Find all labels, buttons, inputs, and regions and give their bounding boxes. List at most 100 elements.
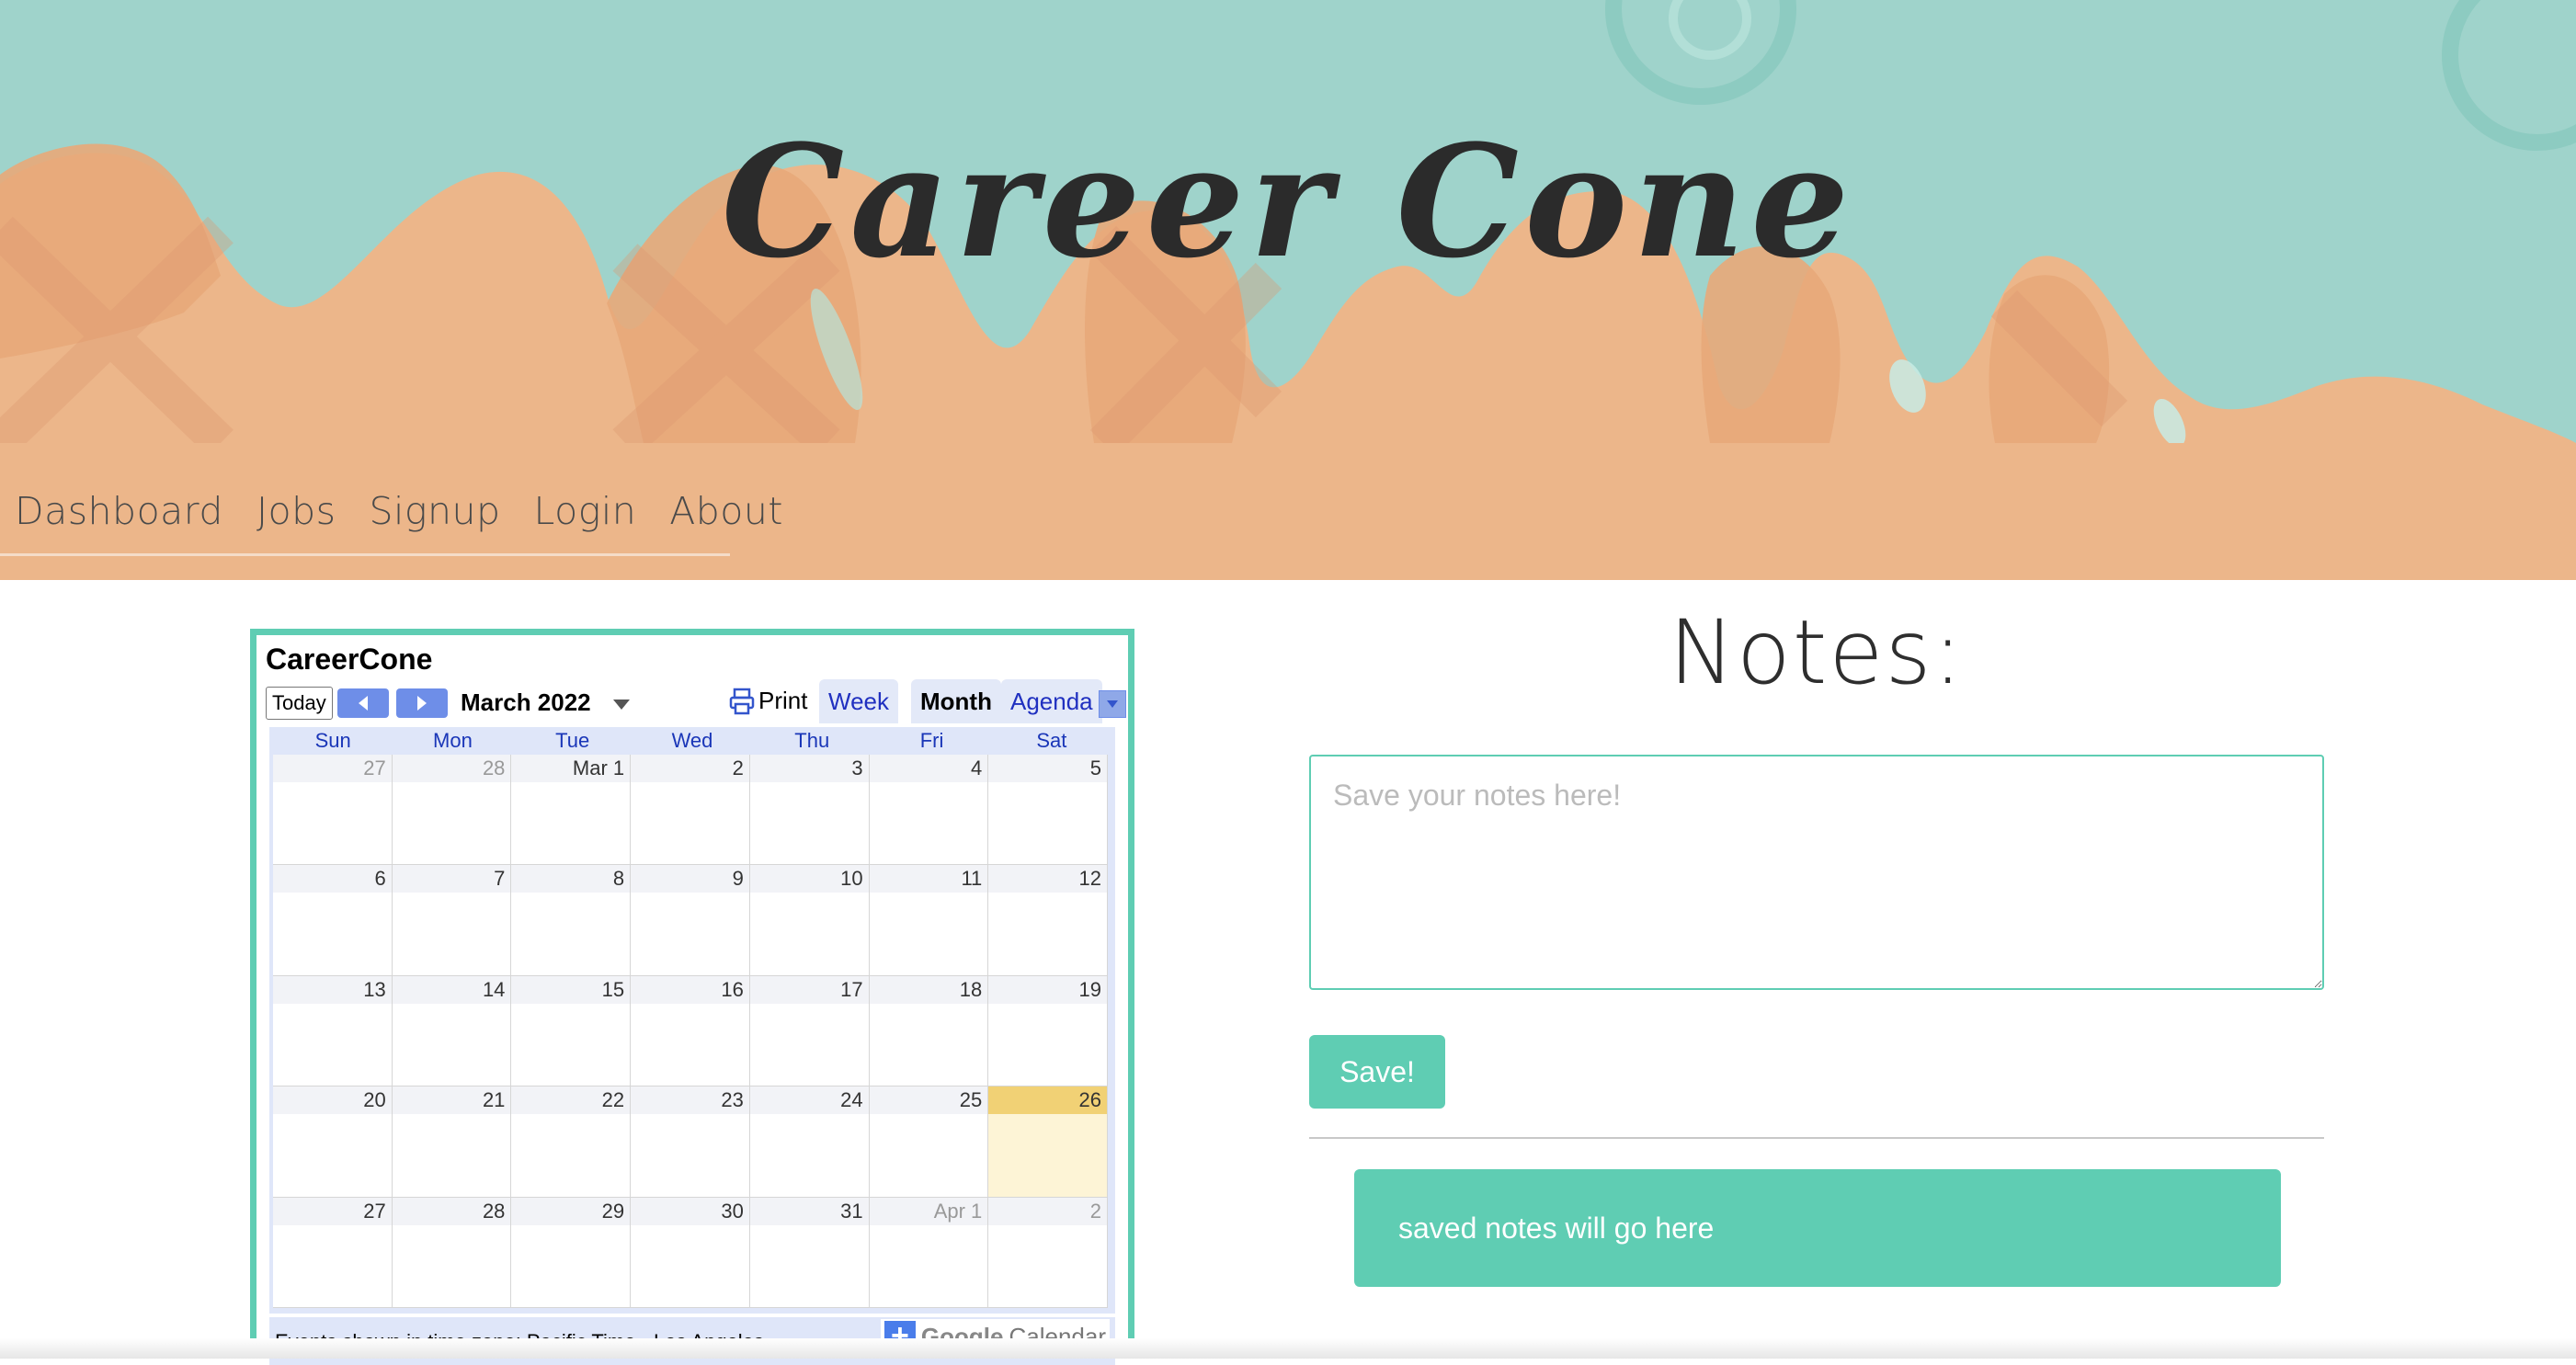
day-number: 23 <box>631 1086 749 1115</box>
day-cell[interactable]: 12 <box>988 865 1108 976</box>
notes-textarea[interactable] <box>1309 755 2324 990</box>
day-cell[interactable]: 24 <box>749 1086 870 1198</box>
nav-link-login[interactable]: Login <box>534 489 637 533</box>
day-cell[interactable]: 2 <box>988 1197 1108 1308</box>
day-cell[interactable]: 7 <box>392 865 512 976</box>
calendar-toolbar: Today March 2022 Print Week Month Agenda <box>266 679 1126 725</box>
nav-link-about[interactable]: About <box>669 489 783 533</box>
view-menu-button[interactable] <box>1099 690 1126 718</box>
day-cell[interactable]: 6 <box>273 865 393 976</box>
tab-week[interactable]: Week <box>819 679 898 723</box>
weekday-label: Mon <box>433 729 473 752</box>
day-number: 10 <box>749 865 869 893</box>
day-number: Mar 1 <box>511 755 631 782</box>
day-number: 5 <box>988 755 1107 782</box>
day-number: 4 <box>869 755 988 782</box>
tab-agenda[interactable]: Agenda <box>1001 679 1102 723</box>
day-number: 9 <box>631 865 749 893</box>
day-number: 14 <box>392 975 511 1004</box>
day-number: 7 <box>392 865 511 893</box>
day-number: 2 <box>631 755 749 782</box>
day-cell[interactable]: 11 <box>869 865 989 976</box>
header-banner: Career Cone <box>0 0 2576 443</box>
day-number: 6 <box>273 865 392 893</box>
day-cell[interactable]: 22 <box>511 1086 632 1198</box>
day-cell[interactable]: 18 <box>869 975 989 1087</box>
notes-heading: Notes: <box>1669 601 1965 704</box>
day-number: 28 <box>392 755 511 782</box>
tab-month[interactable]: Month <box>911 679 1001 723</box>
chevron-down-icon <box>1107 700 1118 708</box>
day-number: 19 <box>988 975 1107 1004</box>
prev-month-button[interactable] <box>337 688 389 718</box>
navbar: Dashboard Jobs Signup Login About <box>0 443 2576 580</box>
calendar-title: CareerCone <box>266 643 433 676</box>
day-cell[interactable]: 28 <box>392 1197 512 1308</box>
nav-link-jobs[interactable]: Jobs <box>256 489 336 533</box>
divider <box>1309 1137 2324 1139</box>
day-cell-today[interactable]: 26 <box>988 1086 1108 1198</box>
arrow-right-icon <box>417 696 427 711</box>
day-number: 21 <box>392 1086 511 1115</box>
weekday-label: Fri <box>919 729 944 752</box>
day-cell[interactable]: 19 <box>988 975 1108 1087</box>
day-number: 26 <box>988 1086 1107 1115</box>
day-cell[interactable]: 15 <box>511 975 632 1087</box>
day-number: 27 <box>273 1197 392 1225</box>
day-cell[interactable]: Mar 1 <box>511 755 632 866</box>
month-dropdown-icon[interactable] <box>613 700 630 710</box>
day-number: 29 <box>511 1197 631 1225</box>
day-cell[interactable]: 23 <box>631 1086 750 1198</box>
day-number: 15 <box>511 975 631 1004</box>
nav-link-dashboard[interactable]: Dashboard <box>15 489 223 533</box>
day-cell[interactable]: 4 <box>869 755 989 866</box>
day-cell[interactable]: 2 <box>631 755 750 866</box>
day-cell[interactable]: 14 <box>392 975 512 1087</box>
day-cell[interactable]: 28 <box>392 755 512 866</box>
print-label: Print <box>758 687 808 714</box>
window-bottom-edge <box>0 1338 2576 1359</box>
day-cell[interactable]: 10 <box>749 865 870 976</box>
day-number: 28 <box>392 1197 511 1225</box>
nav-links: Dashboard Jobs Signup Login About <box>15 489 783 533</box>
day-number: 27 <box>273 755 392 782</box>
today-button[interactable]: Today <box>266 687 333 720</box>
month-grid: Sun Mon Tue Wed Thu Fri Sat 27 28 Mar 1 … <box>269 727 1115 1314</box>
day-cell[interactable]: 29 <box>511 1197 632 1308</box>
day-cell[interactable]: 20 <box>273 1086 393 1198</box>
day-number: 12 <box>988 865 1107 893</box>
day-number: 18 <box>869 975 988 1004</box>
day-cell[interactable]: 5 <box>988 755 1108 866</box>
day-number: 25 <box>869 1086 988 1115</box>
day-cell[interactable]: 27 <box>273 1197 393 1308</box>
calendar-weeks: 27 28 Mar 1 2 3 4 5 6 7 8 9 10 11 12 13 … <box>273 755 1108 1308</box>
day-cell[interactable]: 17 <box>749 975 870 1087</box>
day-cell[interactable]: 31 <box>749 1197 870 1308</box>
nav-link-signup[interactable]: Signup <box>370 489 501 533</box>
day-number: 13 <box>273 975 392 1004</box>
day-cell[interactable]: 13 <box>273 975 393 1087</box>
save-notes-button[interactable]: Save! <box>1309 1035 1445 1109</box>
day-cell[interactable]: 25 <box>869 1086 989 1198</box>
weekday-label: Wed <box>671 729 713 752</box>
next-month-button[interactable] <box>396 688 448 718</box>
print-button[interactable]: Print <box>729 687 807 715</box>
weekday-label: Tue <box>555 729 590 752</box>
day-number: Apr 1 <box>869 1197 988 1225</box>
site-title: Career Cone <box>721 110 1855 292</box>
month-label: March 2022 <box>461 688 591 716</box>
nav-underline <box>0 553 730 556</box>
day-cell[interactable]: 27 <box>273 755 393 866</box>
day-cell[interactable]: 30 <box>631 1197 750 1308</box>
weekday-label: Thu <box>794 729 830 752</box>
day-cell[interactable]: 8 <box>511 865 632 976</box>
day-number: 11 <box>869 865 988 893</box>
day-cell[interactable]: 9 <box>631 865 750 976</box>
weekday-label: Sun <box>314 729 351 752</box>
day-cell[interactable]: 3 <box>749 755 870 866</box>
day-cell[interactable]: 21 <box>392 1086 512 1198</box>
day-cell[interactable]: Apr 1 <box>869 1197 989 1308</box>
day-cell[interactable]: 16 <box>631 975 750 1087</box>
weekday-header: Sun Mon Tue Wed Thu Fri Sat <box>269 727 1115 755</box>
day-number: 30 <box>631 1197 749 1225</box>
